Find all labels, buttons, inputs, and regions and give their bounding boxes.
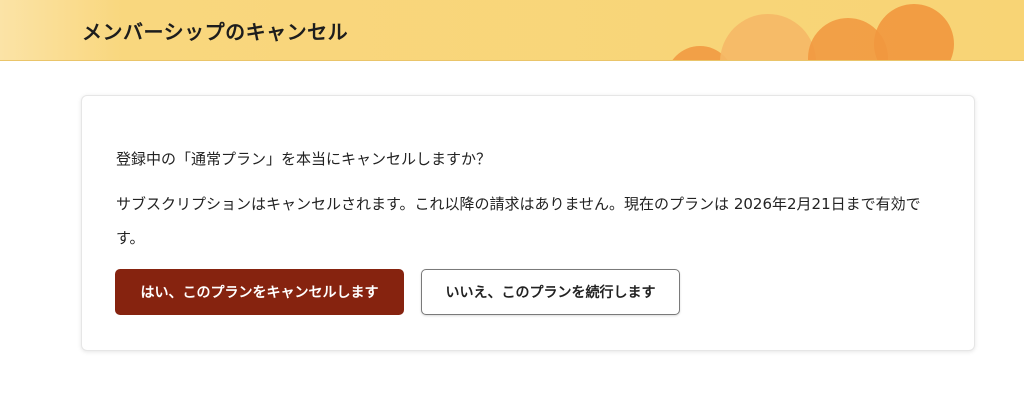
page-header: メンバーシップのキャンセル <box>0 0 1024 61</box>
confirm-cancel-button[interactable]: はい、このプランをキャンセルします <box>115 269 404 315</box>
cancel-question: 登録中の「通常プラン」を本当にキャンセルしますか？ <box>116 150 492 168</box>
cancel-notice: サブスクリプションはキャンセルされます。これ以降の請求はありません。現在のプラン… <box>116 195 921 247</box>
page-title: メンバーシップのキャンセル <box>82 20 349 44</box>
keep-plan-button[interactable]: いいえ、このプランを続行します <box>421 269 680 315</box>
cancel-confirmation-card: 登録中の「通常プラン」を本当にキャンセルしますか？ サブスクリプションはキャンセ… <box>81 95 975 351</box>
decor-circle <box>874 4 954 60</box>
decor-circle <box>720 14 816 60</box>
